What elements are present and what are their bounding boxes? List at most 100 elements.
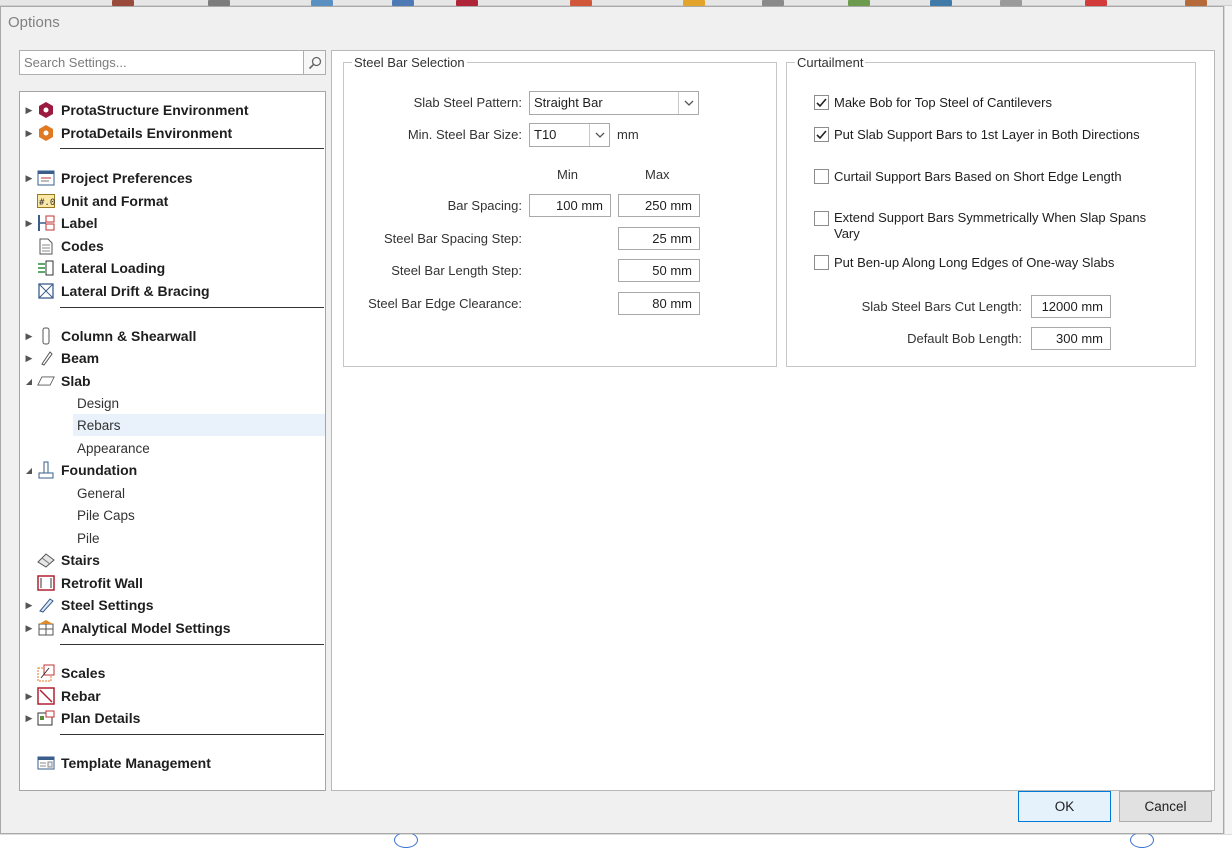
tree-item-slab-rebars[interactable]: Rebars <box>73 414 325 436</box>
tree-item-label: Project Preferences <box>61 170 193 186</box>
expand-arrow-icon[interactable]: ▶ <box>25 623 33 633</box>
background-marker <box>394 832 418 848</box>
unit-label: mm <box>617 127 639 142</box>
tree-item-lateral-loading[interactable]: Lateral Loading <box>20 257 325 279</box>
group-legend: Curtailment <box>797 55 864 70</box>
tree-item-label: Scales <box>61 665 106 681</box>
tree-item-slab-design[interactable]: Design <box>20 392 325 414</box>
tree-item-project-preferences[interactable]: ▶ Project Preferences <box>20 167 325 189</box>
tree-item-analytical-model-settings[interactable]: ▶ Analytical Model Settings <box>20 617 325 639</box>
hexagon-logo-icon <box>37 124 55 142</box>
tree-item-column-shearwall[interactable]: ▶ Column & Shearwall <box>20 325 325 347</box>
tree-item-label: Design <box>77 395 120 411</box>
tree-item-label[interactable]: ▶ Label <box>20 212 325 234</box>
template-icon <box>37 754 55 772</box>
tree-item-foundation[interactable]: ◢ Foundation <box>20 459 325 481</box>
expand-arrow-icon[interactable]: ▶ <box>25 105 33 115</box>
spacing-step-input[interactable]: 25 mm <box>618 227 700 250</box>
tree-item-label: Pile Caps <box>77 507 135 523</box>
slab-icon <box>37 372 55 390</box>
edge-clearance-input[interactable]: 80 mm <box>618 292 700 315</box>
tree-item-foundation-pile[interactable]: Pile <box>20 527 325 549</box>
expand-arrow-icon[interactable]: ▶ <box>25 128 33 138</box>
tree-item-scales[interactable]: Scales <box>20 662 325 684</box>
tree-item-plan-details[interactable]: ▶ Plan Details <box>20 707 325 729</box>
expand-arrow-icon[interactable]: ▶ <box>25 331 33 341</box>
tree-item-lateral-drift-bracing[interactable]: Lateral Drift & Bracing <box>20 280 325 302</box>
tree-item-retrofit-wall[interactable]: Retrofit Wall <box>20 572 325 594</box>
make-bob-checkbox[interactable] <box>814 95 829 110</box>
ok-button[interactable]: OK <box>1018 791 1111 822</box>
tree-item-stairs[interactable]: Stairs <box>20 549 325 571</box>
tree-item-foundation-pile-caps[interactable]: Pile Caps <box>20 504 325 526</box>
extend-support-bars-checkbox[interactable] <box>814 211 829 226</box>
bar-spacing-max-input[interactable]: 250 mm <box>618 194 700 217</box>
tree-separator <box>60 148 324 149</box>
put-support-bars-checkbox[interactable] <box>814 127 829 142</box>
curtail-support-bars-checkbox[interactable] <box>814 169 829 184</box>
beam-icon <box>37 349 55 367</box>
tree-item-label: Rebar <box>61 688 101 704</box>
expand-arrow-icon[interactable]: ▶ <box>25 173 33 183</box>
expand-arrow-icon[interactable]: ▶ <box>25 600 33 610</box>
min-steel-bar-size-select[interactable]: T10 <box>529 123 610 147</box>
put-support-bars-label: Put Slab Support Bars to 1st Layer in Bo… <box>834 127 1140 142</box>
bob-length-input[interactable]: 300 mm <box>1031 327 1111 350</box>
tree-item-foundation-general[interactable]: General <box>20 482 325 504</box>
foundation-icon <box>37 461 55 479</box>
collapse-arrow-icon[interactable]: ◢ <box>25 465 33 475</box>
cut-length-input[interactable]: 12000 mm <box>1031 295 1111 318</box>
tree-item-label: Lateral Loading <box>61 260 166 276</box>
tree-item-steel-settings[interactable]: ▶ Steel Settings <box>20 594 325 616</box>
tree-item-slab[interactable]: ◢ Slab <box>20 370 325 392</box>
tree-item-slab-appearance[interactable]: Appearance <box>20 437 325 459</box>
tree-item-label: Label <box>61 215 98 231</box>
search-input[interactable] <box>20 52 303 73</box>
tree-item-codes[interactable]: Codes <box>20 235 325 257</box>
tree-item-label: Beam <box>61 350 100 366</box>
tree-item-rebar[interactable]: ▶ Rebar <box>20 685 325 707</box>
bar-spacing-label: Bar Spacing: <box>447 198 522 213</box>
background-canvas <box>0 834 1232 843</box>
edge-clearance-label: Steel Bar Edge Clearance: <box>368 296 522 311</box>
expand-arrow-icon[interactable]: ▶ <box>25 218 33 228</box>
tree-item-label: Plan Details <box>61 710 141 726</box>
document-icon <box>37 237 55 255</box>
length-step-input[interactable]: 50 mm <box>618 259 700 282</box>
tree-item-protadetails-environment[interactable]: ▶ ProtaDetails Environment <box>20 122 325 144</box>
tree-item-label: ProtaStructure Environment <box>61 102 249 118</box>
expand-arrow-icon[interactable]: ▶ <box>25 713 33 723</box>
make-bob-label: Make Bob for Top Steel of Cantilevers <box>834 95 1052 110</box>
tree-item-beam[interactable]: ▶ Beam <box>20 347 325 369</box>
collapse-arrow-icon[interactable]: ◢ <box>25 376 33 386</box>
analytical-model-icon <box>37 619 55 637</box>
tree-item-label: Lateral Drift & Bracing <box>61 283 210 299</box>
plan-details-icon <box>37 709 55 727</box>
slab-steel-pattern-select[interactable]: Straight Bar <box>529 91 699 115</box>
tree-separator <box>60 307 324 308</box>
settings-tree: ▶ ProtaStructure Environment ▶ ProtaDeta… <box>19 91 326 791</box>
tree-item-protastructure-environment[interactable]: ▶ ProtaStructure Environment <box>20 99 325 121</box>
put-ben-up-checkbox[interactable] <box>814 255 829 270</box>
chevron-down-icon[interactable] <box>678 92 698 114</box>
column-icon <box>37 327 55 345</box>
options-dialog: Options ▶ ProtaStructure Environment ▶ P… <box>0 6 1224 834</box>
tree-item-label: Appearance <box>77 440 150 456</box>
unit-format-icon: #.0 <box>37 192 55 210</box>
tree-item-unit-and-format[interactable]: #.0 Unit and Format <box>20 190 325 212</box>
checkmark-icon <box>816 129 827 139</box>
bar-spacing-min-input[interactable]: 100 mm <box>529 194 611 217</box>
tree-item-label: Codes <box>61 238 104 254</box>
search-button[interactable] <box>303 51 325 74</box>
stairs-icon <box>37 551 55 569</box>
rebar-icon <box>37 687 55 705</box>
tree-item-label: General <box>77 485 126 501</box>
tree-item-template-management[interactable]: Template Management <box>20 752 325 774</box>
curtail-support-bars-label: Curtail Support Bars Based on Short Edge… <box>834 169 1122 184</box>
cancel-button[interactable]: Cancel <box>1119 791 1212 822</box>
select-value: T10 <box>534 127 557 142</box>
tree-item-label: Template Management <box>61 755 211 771</box>
chevron-down-icon[interactable] <box>589 124 609 146</box>
expand-arrow-icon[interactable]: ▶ <box>25 691 33 701</box>
expand-arrow-icon[interactable]: ▶ <box>25 353 33 363</box>
